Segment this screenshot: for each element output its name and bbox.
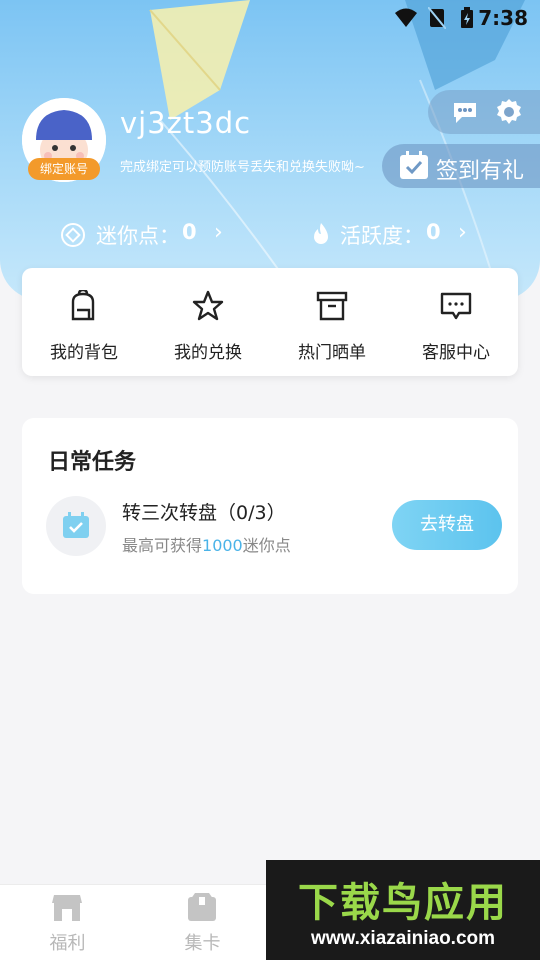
shop-icon: [52, 895, 82, 921]
watermark-title: 下载鸟应用: [298, 880, 508, 926]
signin-label: 签到有礼: [436, 159, 525, 184]
tab-welfare[interactable]: 福利: [0, 885, 135, 961]
go-spin-button[interactable]: 去转盘: [392, 500, 502, 550]
clock: 7:38: [478, 6, 528, 30]
tab-label: 福利: [49, 933, 86, 954]
star-icon: [192, 290, 224, 321]
menu-item-label: 我的背包: [50, 343, 118, 363]
no-sim-icon: [428, 7, 446, 29]
activity-stat[interactable]: 活跃度： 0 ›: [308, 220, 488, 250]
signin-reward-button[interactable]: 签到有礼: [382, 144, 540, 188]
task-reward-text: 最高可获得1000迷你点: [122, 532, 291, 556]
card-box-icon: [188, 893, 216, 921]
wifi-icon: [395, 8, 417, 27]
status-bar: 7:38: [0, 0, 540, 36]
daily-tasks-card: 日常任务 转三次转盘（0/3） 最高可获得1000迷你点 去转盘: [22, 418, 518, 594]
username: vj3zt3dc: [120, 106, 252, 140]
battery-charging-icon: [461, 7, 473, 28]
chevron-right-icon: ›: [458, 220, 467, 245]
chevron-right-icon: ›: [214, 220, 223, 245]
task-name: 转三次转盘（0/3）: [122, 502, 286, 524]
tab-collect-cards[interactable]: 集卡: [135, 885, 270, 961]
calendar-check-icon: [63, 512, 89, 538]
task-reward-prefix: 最高可获得: [122, 536, 203, 555]
coin-icon: [61, 223, 85, 247]
calendar-check-icon: [400, 151, 428, 179]
daily-tasks-title: 日常任务: [48, 450, 137, 475]
mini-points-label: 迷你点：: [96, 224, 180, 248]
menu-item-label: 我的兑换: [174, 343, 242, 363]
gear-icon[interactable]: [494, 97, 524, 127]
menu-item-customer-service[interactable]: 客服中心: [394, 268, 518, 376]
watermark-url: www.xiazainiao.com: [310, 928, 496, 949]
activity-value: 0: [426, 220, 441, 244]
menu-item-exchange[interactable]: 我的兑换: [146, 268, 270, 376]
box-icon: [316, 291, 348, 321]
flame-icon: [314, 223, 328, 244]
bind-account-badge[interactable]: 绑定账号: [28, 158, 100, 180]
menu-item-hot-posts[interactable]: 热门晒单: [270, 268, 394, 376]
tab-label: 集卡: [184, 933, 221, 954]
chat-bubble-icon[interactable]: [450, 97, 480, 127]
avatar-area[interactable]: 绑定账号: [22, 98, 106, 182]
task-reward-amount: 1000: [202, 536, 243, 555]
menu-item-backpack[interactable]: 我的背包: [22, 268, 146, 376]
task-reward-suffix: 迷你点: [242, 536, 291, 555]
backpack-icon: [71, 290, 95, 321]
menu-item-label: 热门晒单: [298, 343, 366, 363]
quick-menu-card: 我的背包 我的兑换 热门晒单 客服中心: [22, 268, 518, 376]
task-icon-container: [46, 496, 106, 556]
mini-points-value: 0: [182, 220, 197, 244]
mini-points-stat[interactable]: 迷你点： 0 ›: [60, 220, 240, 250]
bind-tip-text: 完成绑定可以预防账号丢失和兑换失败呦~: [120, 160, 365, 175]
watermark-overlay: 下载鸟应用 www.xiazainiao.com: [266, 860, 540, 960]
menu-item-label: 客服中心: [422, 343, 490, 363]
chat-icon: [440, 292, 472, 320]
header-actions: [428, 90, 540, 134]
activity-label: 活跃度：: [340, 224, 424, 248]
